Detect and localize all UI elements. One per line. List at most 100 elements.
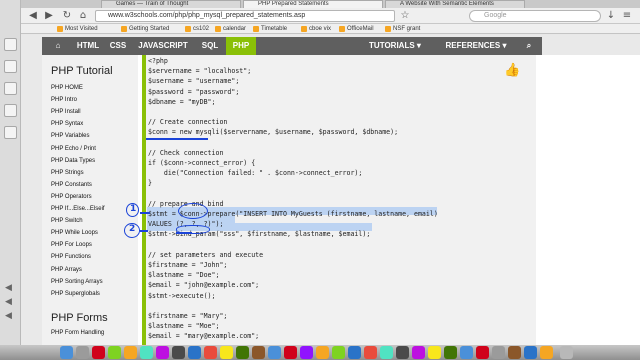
nav-html[interactable]: HTML	[72, 37, 104, 55]
app-icon[interactable]	[508, 346, 521, 359]
sidebar-item[interactable]: PHP Form Handling	[51, 330, 104, 336]
sidebar-item[interactable]: PHP Install	[51, 109, 81, 115]
bookmark-item[interactable]: Getting Started	[121, 25, 169, 33]
tool-icon-4[interactable]	[4, 104, 17, 117]
sidebar-item[interactable]: PHP Echo / Print	[51, 146, 96, 152]
app-icon[interactable]	[492, 346, 505, 359]
trash-icon[interactable]	[560, 346, 573, 359]
download-icon[interactable]: ↓	[605, 10, 617, 22]
sidebar-item[interactable]: PHP Variables	[51, 133, 89, 139]
annotation-stroke	[140, 212, 150, 214]
bookmark-item[interactable]: cboe vix	[301, 25, 331, 33]
sidebar-item[interactable]: PHP For Loops	[51, 242, 92, 248]
app-icon[interactable]	[444, 346, 457, 359]
tab-1[interactable]: PHP Prepared Statements	[243, 0, 383, 8]
tool-icon-1[interactable]	[4, 38, 17, 51]
reload-icon[interactable]: ↻	[61, 10, 73, 22]
tab-2[interactable]: A Website With Semantic Elements	[385, 0, 525, 8]
sidebar-item[interactable]: PHP Syntax	[51, 121, 83, 127]
nav-references[interactable]: REFERENCES ▾	[434, 37, 518, 55]
tool-icon-2[interactable]	[4, 60, 17, 73]
firefox-icon[interactable]	[124, 346, 137, 359]
scroll-left-arrow-icon-2[interactable]: ◀	[5, 297, 12, 307]
app-icon[interactable]	[76, 346, 89, 359]
back-arrow-icon[interactable]: ◀	[27, 10, 39, 22]
bookmark-item[interactable]: Timetable	[253, 25, 287, 33]
sidebar-item[interactable]: PHP Data Types	[51, 158, 95, 164]
nav-sql[interactable]: SQL	[194, 37, 226, 55]
app-icon[interactable]	[204, 346, 217, 359]
app-icon[interactable]	[348, 346, 361, 359]
search-icon[interactable]: ⌕	[520, 37, 538, 55]
app-icon[interactable]	[300, 346, 313, 359]
bookmark-item[interactable]: cs102	[185, 25, 209, 33]
app-icon[interactable]	[252, 346, 265, 359]
app-icon[interactable]	[412, 346, 425, 359]
nav-tutorials[interactable]: TUTORIALS ▾	[360, 37, 430, 55]
nav-php[interactable]: PHP	[226, 37, 256, 55]
search-input[interactable]: Google	[469, 10, 601, 22]
nav-css[interactable]: CSS	[104, 37, 132, 55]
annotation-underline	[146, 138, 208, 140]
finder-icon[interactable]	[60, 346, 73, 359]
bookmark-item[interactable]: OfficeMail	[339, 25, 374, 33]
forward-arrow-icon[interactable]: ▶	[43, 10, 55, 22]
tool-icon-3[interactable]	[4, 82, 17, 95]
sidebar-item[interactable]: PHP Switch	[51, 218, 83, 224]
home-icon[interactable]: ⌂	[44, 37, 72, 55]
app-icon[interactable]	[476, 346, 489, 359]
scroll-left-arrow-icon-3[interactable]: ◀	[5, 311, 12, 321]
tool-icon-5[interactable]	[4, 126, 17, 139]
browser-toolbar: ◀ ▶ ↻ ⌂ www.w3schools.com/php/php_mysql_…	[21, 8, 640, 24]
app-icon[interactable]	[396, 346, 409, 359]
app-icon[interactable]	[220, 346, 233, 359]
sidebar-item[interactable]: PHP If...Else...Elseif	[51, 206, 105, 212]
bookmark-item[interactable]: calendar	[215, 25, 246, 33]
app-icon[interactable]	[172, 346, 185, 359]
url-text: www.w3schools.com/php/php_mysql_prepared…	[108, 12, 306, 19]
app-icon[interactable]	[460, 346, 473, 359]
app-icon[interactable]	[268, 346, 281, 359]
bookmark-star-icon[interactable]: ☆	[399, 10, 411, 22]
scroll-left-arrow-icon[interactable]: ◀	[5, 283, 12, 293]
sidebar-heading-forms: PHP Forms	[51, 312, 108, 324]
sidebar-item[interactable]: PHP Strings	[51, 170, 84, 176]
url-bar[interactable]: www.w3schools.com/php/php_mysql_prepared…	[95, 10, 395, 22]
sidebar-item[interactable]: PHP Constants	[51, 182, 92, 188]
menu-icon[interactable]: ≡	[621, 10, 633, 22]
bookmark-item[interactable]: NSF grant	[385, 25, 420, 33]
app-icon[interactable]	[140, 346, 153, 359]
thumbs-up-icon[interactable]: 👍	[504, 63, 520, 78]
bookmark-item[interactable]: Most Visited	[57, 25, 98, 33]
code-line: $username = "username";	[148, 77, 240, 86]
sidebar-item[interactable]: PHP Superglobals	[51, 291, 100, 297]
sidebar-item[interactable]: PHP While Loops	[51, 230, 98, 236]
sidebar-item[interactable]: PHP Arrays	[51, 267, 82, 273]
annotation-number-1: 1	[130, 204, 137, 214]
app-icon[interactable]	[188, 346, 201, 359]
app-icon[interactable]	[380, 346, 393, 359]
app-icon[interactable]	[284, 346, 297, 359]
sidebar-item[interactable]: PHP Functions	[51, 254, 91, 260]
app-icon[interactable]	[316, 346, 329, 359]
app-icon[interactable]	[428, 346, 441, 359]
home-icon[interactable]: ⌂	[77, 10, 89, 22]
app-icon[interactable]	[92, 346, 105, 359]
app-icon[interactable]	[540, 346, 553, 359]
sidebar-item[interactable]: PHP Sorting Arrays	[51, 279, 103, 285]
sidebar-item[interactable]: PHP Intro	[51, 97, 77, 103]
nav-javascript[interactable]: JAVASCRIPT	[132, 37, 194, 55]
tab-0[interactable]: Games — Train of Thought	[101, 0, 241, 8]
app-icon[interactable]	[108, 346, 121, 359]
app-icon[interactable]	[156, 346, 169, 359]
right-panel: 👍	[504, 55, 640, 345]
sidebar-item[interactable]: PHP Operators	[51, 194, 92, 200]
app-icon[interactable]	[236, 346, 249, 359]
code-line: $conn = new mysqli($servername, $usernam…	[148, 128, 399, 137]
sidebar-item[interactable]: PHP HOME	[51, 85, 83, 91]
code-line: $lastname = "Doe";	[148, 271, 220, 280]
code-line: $email = "john@example.com";	[148, 281, 260, 290]
app-icon[interactable]	[332, 346, 345, 359]
app-icon[interactable]	[364, 346, 377, 359]
app-icon[interactable]	[524, 346, 537, 359]
